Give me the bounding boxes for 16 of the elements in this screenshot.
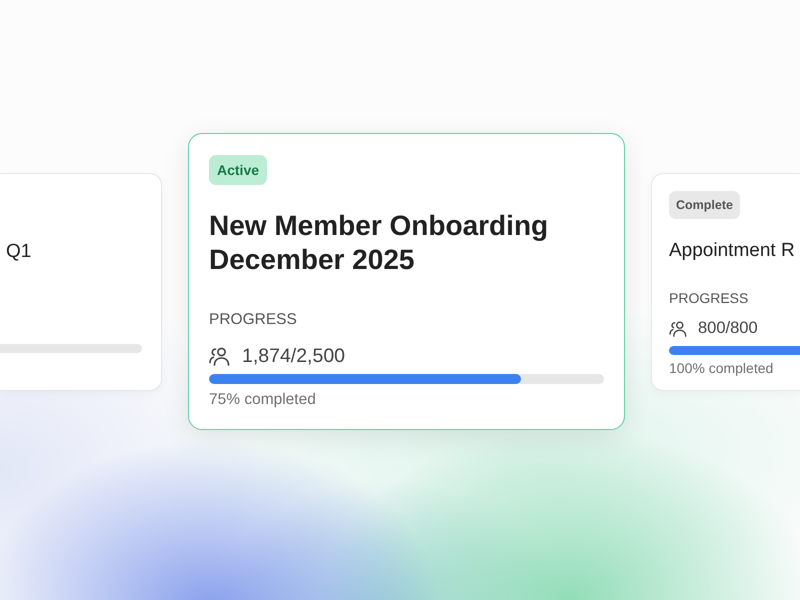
campaign-card[interactable]: Complete Appointment R PROGRESS 800/800 100% completed [651,172,800,390]
users-icon [209,346,231,366]
campaign-card[interactable]: Q1 [0,172,162,390]
progress-label: PROGRESS [669,290,748,306]
status-badge: Complete [669,190,740,218]
card-title: New Member Onboarding December 2025 [209,209,550,277]
member-count: 800/800 [698,319,758,338]
completion-caption: 100% completed [669,360,774,376]
card-title: Q1 [6,240,32,264]
users-icon [669,320,688,336]
campaign-card[interactable]: Active New Member Onboarding December 2025 PROGRESS 1,874/2,500 75% completed [188,133,625,430]
progress-label: PROGRESS [209,311,297,329]
completion-caption: 75% completed [209,391,316,409]
card-title: Appointment R [669,238,795,262]
member-count: 1,874/2,500 [242,344,346,368]
status-badge: Active [209,155,268,185]
